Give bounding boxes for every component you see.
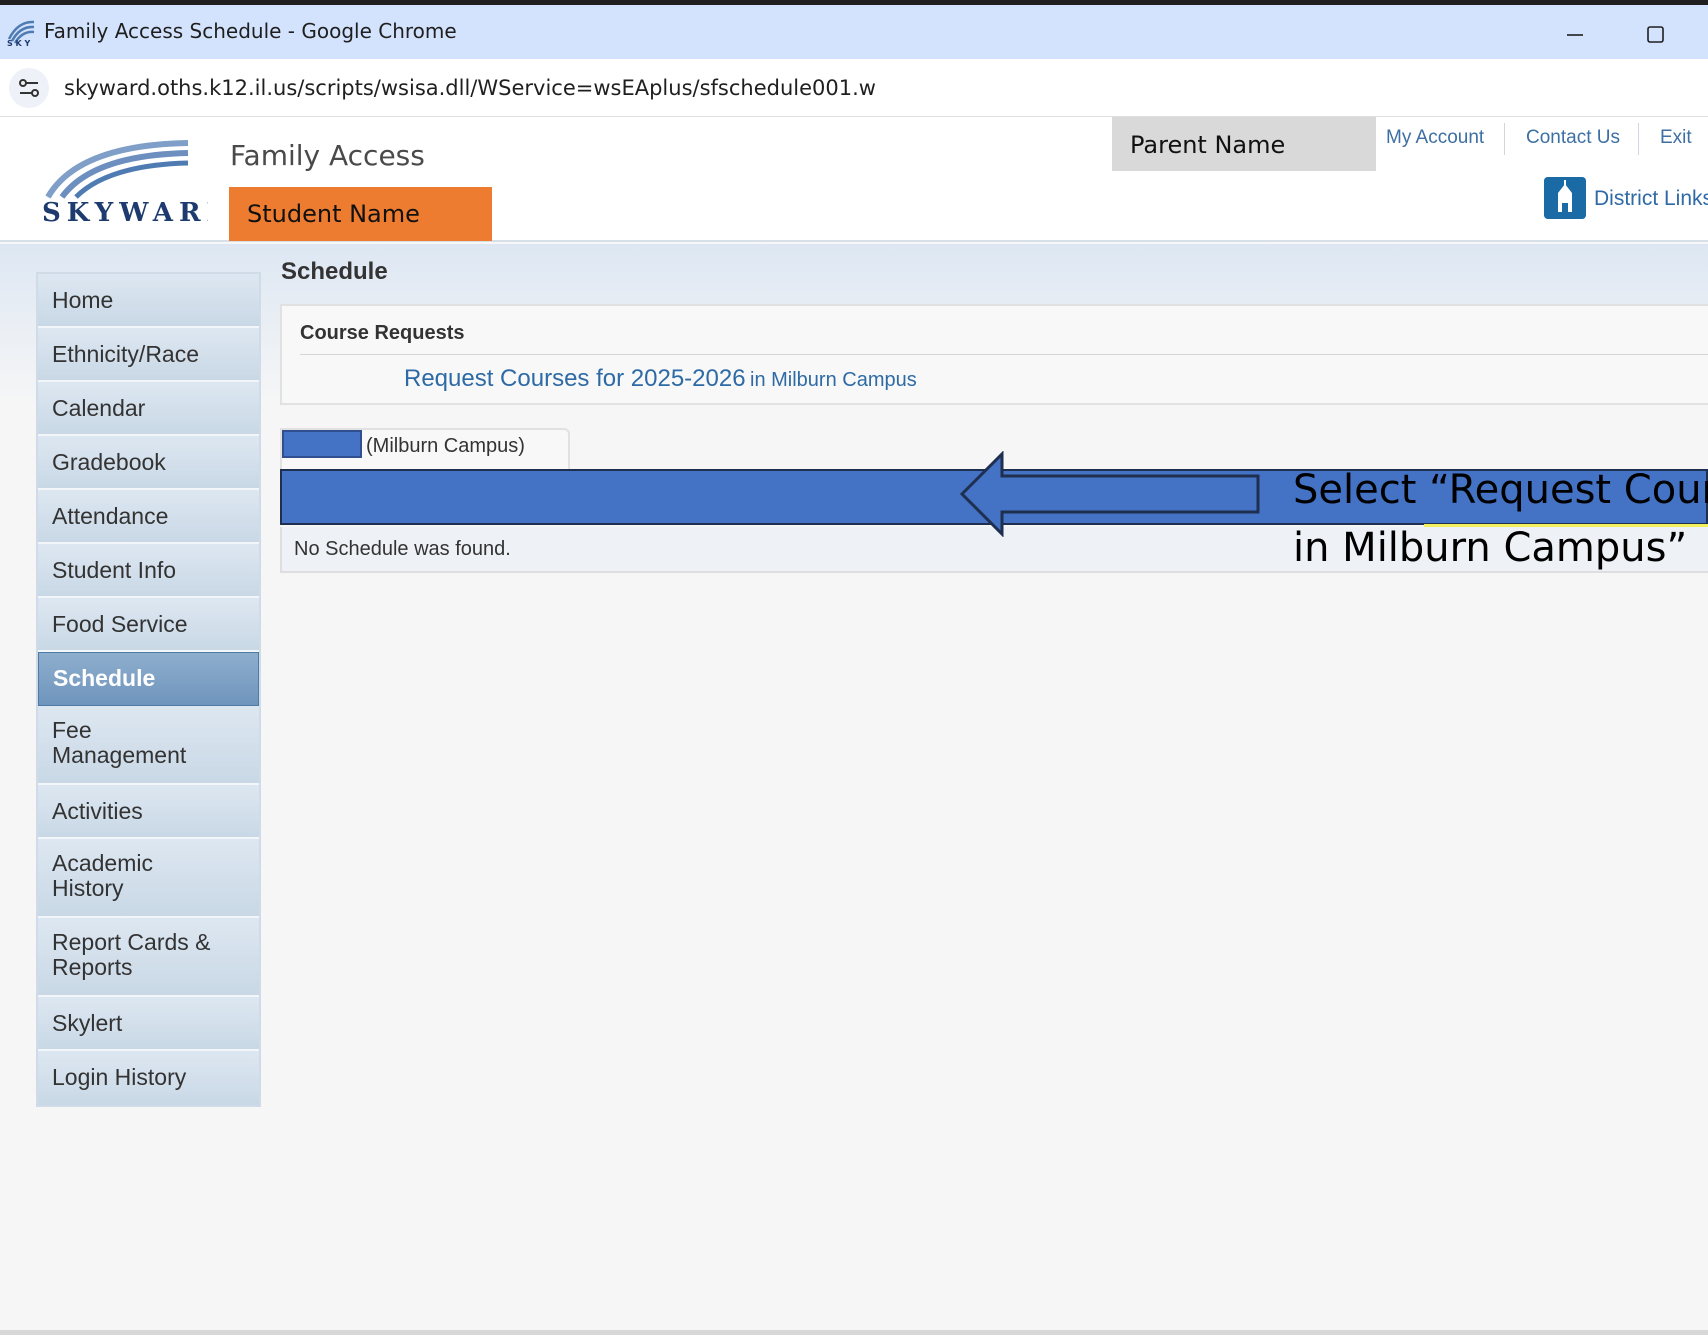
sidebar-item-report-cards[interactable]: Report Cards & Reports — [38, 918, 259, 997]
redacted-label — [282, 430, 362, 458]
course-requests-heading: Course Requests — [300, 322, 465, 344]
sidebar-nav: Home Ethnicity/Race Calendar Gradebook A… — [36, 272, 261, 1107]
link-divider — [1504, 123, 1505, 155]
sidebar-item-student-info[interactable]: Student Info — [38, 544, 259, 598]
course-requests-panel: Course Requests Request Courses for 2025… — [280, 304, 1708, 405]
svg-text:SKYWARD: SKYWARD — [42, 198, 208, 225]
sidebar-item-home[interactable]: Home — [38, 274, 259, 328]
site-info-icon[interactable] — [9, 68, 49, 108]
parent-name-box: Parent Name — [1112, 117, 1376, 171]
student-name: Student Name — [247, 200, 420, 228]
sidebar-item-academic-history[interactable]: Academic History — [38, 839, 259, 918]
app-name: Family Access — [230, 139, 425, 172]
student-name-box[interactable]: Student Name — [229, 187, 492, 241]
contact-us-link[interactable]: Contact Us — [1526, 127, 1620, 149]
address-bar: skyward.oths.k12.il.us/scripts/wsisa.dll… — [0, 59, 1708, 117]
page-viewport: SKYWARD Family Access Student Name Paren… — [0, 117, 1708, 1335]
sidebar-item-skylert[interactable]: Skylert — [38, 997, 259, 1051]
request-courses-campus: in Milburn Campus — [750, 369, 917, 391]
campus-tab[interactable]: (Milburn Campus) — [280, 428, 570, 469]
sidebar-item-attendance[interactable]: Attendance — [38, 490, 259, 544]
skyward-logo: SKYWARD — [42, 140, 208, 225]
sidebar-item-activities[interactable]: Activities — [38, 785, 259, 839]
minimize-icon[interactable] — [1560, 19, 1590, 49]
svg-text:S K Y: S K Y — [7, 39, 31, 47]
link-divider — [1638, 123, 1639, 155]
building-icon — [1544, 177, 1586, 219]
my-account-link[interactable]: My Account — [1386, 127, 1484, 149]
request-courses-link-text: Request Courses for 2025-2026 — [404, 365, 746, 392]
parent-name: Parent Name — [1130, 131, 1286, 159]
page-title: Schedule — [281, 258, 388, 285]
sidebar-item-login-history[interactable]: Login History — [38, 1051, 259, 1105]
instruction-line-2: in Milburn Campus” — [1293, 525, 1688, 571]
campus-tab-label: (Milburn Campus) — [366, 435, 525, 457]
sidebar-item-gradebook[interactable]: Gradebook — [38, 436, 259, 490]
window-bottom-edge — [0, 1330, 1708, 1335]
site-header: SKYWARD Family Access Student Name Paren… — [0, 117, 1708, 242]
instruction-callout: Select “Request Courses in Milburn Campu… — [1293, 461, 1708, 577]
url-field[interactable]: skyward.oths.k12.il.us/scripts/wsisa.dll… — [64, 76, 876, 100]
left-arrow-icon — [960, 451, 1260, 537]
sidebar-item-fee-management[interactable]: Fee Management — [38, 706, 259, 785]
sidebar-item-ethnicity-race[interactable]: Ethnicity/Race — [38, 328, 259, 382]
maximize-icon[interactable] — [1640, 19, 1670, 49]
empty-schedule-message: No Schedule was found. — [294, 538, 511, 560]
sidebar-item-schedule[interactable]: Schedule — [38, 652, 259, 706]
sidebar-item-calendar[interactable]: Calendar — [38, 382, 259, 436]
district-links-label: District Links — [1594, 187, 1708, 210]
exit-link[interactable]: Exit — [1660, 127, 1692, 149]
request-courses-link[interactable]: Request Courses for 2025-2026 in Milburn… — [404, 365, 917, 393]
sidebar-item-food-service[interactable]: Food Service — [38, 598, 259, 652]
divider — [300, 354, 1708, 355]
skyward-favicon-icon: S K Y — [7, 20, 35, 47]
instruction-line-1: Select “Request Courses — [1293, 467, 1708, 513]
window-title: Family Access Schedule - Google Chrome — [44, 19, 457, 43]
top-links: My Account Contact Us Exit — [1376, 117, 1708, 155]
browser-title-bar: S K Y Family Access Schedule - Google Ch… — [0, 5, 1708, 59]
